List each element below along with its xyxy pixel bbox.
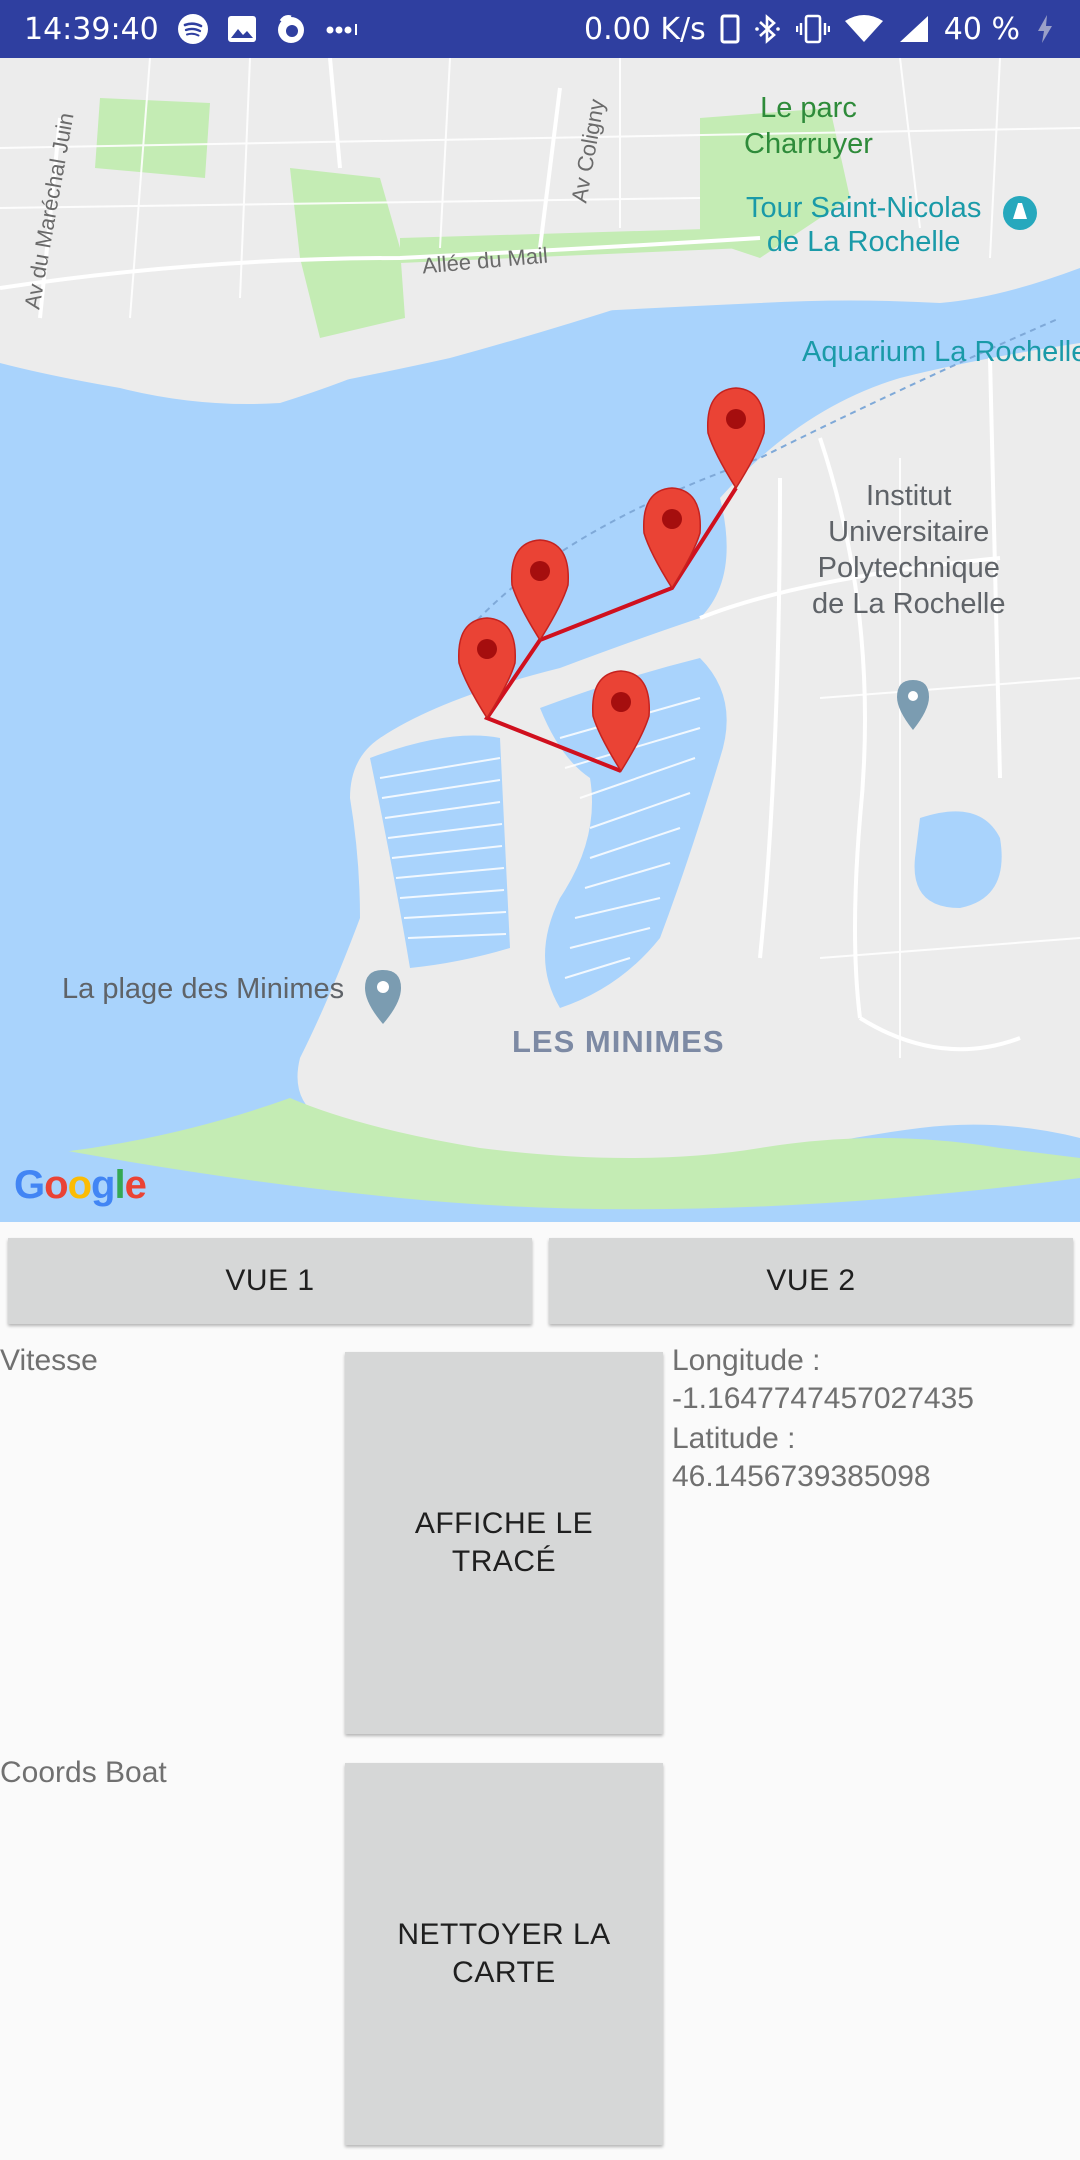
battery-charging-icon <box>1034 14 1056 44</box>
map-view[interactable]: Le parc Charruyer Tour Saint-Nicolas de La… <box>0 58 1080 1222</box>
wifi-icon <box>844 14 884 44</box>
longitude-label: Longitude : <box>672 1344 821 1377</box>
sim-icon <box>720 14 740 44</box>
longitude-value: -1.1647747457027435 <box>672 1382 974 1415</box>
status-time: 14:39:40 <box>24 11 159 47</box>
spotify-icon <box>177 13 209 45</box>
vue2-button[interactable]: VUE 2 <box>549 1238 1073 1324</box>
more-dots-icon <box>325 21 361 37</box>
bluetooth-icon <box>754 13 782 45</box>
speed-label: Vitesse <box>0 1344 98 1377</box>
firefox-icon <box>275 13 307 45</box>
show-trace-button[interactable]: AFFICHE LE TRACÉ <box>345 1352 663 1734</box>
vibrate-icon <box>795 13 830 45</box>
gallery-icon <box>227 15 257 43</box>
latitude-label: Latitude : <box>672 1422 796 1455</box>
clear-map-button[interactable]: NETTOYER LA CARTE <box>345 1763 663 2145</box>
vue1-button[interactable]: VUE 1 <box>8 1238 532 1324</box>
route-marker-1[interactable] <box>707 387 765 490</box>
longitude-block: Longitude : -1.1647747457027435 <box>672 1342 1072 1418</box>
latitude-block: Latitude : 46.1456739385098 <box>672 1420 1072 1496</box>
google-logo: Google <box>14 1163 147 1207</box>
route-overlay <box>458 387 765 773</box>
network-speed: 0.00 K/s <box>584 11 706 47</box>
route-marker-2[interactable] <box>643 487 701 590</box>
battery-percent: 40 % <box>943 11 1020 47</box>
route-marker-5[interactable] <box>592 670 650 773</box>
signal-icon <box>898 14 930 44</box>
route-marker-3[interactable] <box>511 539 569 642</box>
route-marker-4[interactable] <box>458 617 516 720</box>
status-bar: 14:39:40 0.00 K/s 40 % <box>0 0 1080 58</box>
latitude-value: 46.1456739385098 <box>672 1460 931 1493</box>
coords-boat-label: Coords Boat <box>0 1756 167 1789</box>
